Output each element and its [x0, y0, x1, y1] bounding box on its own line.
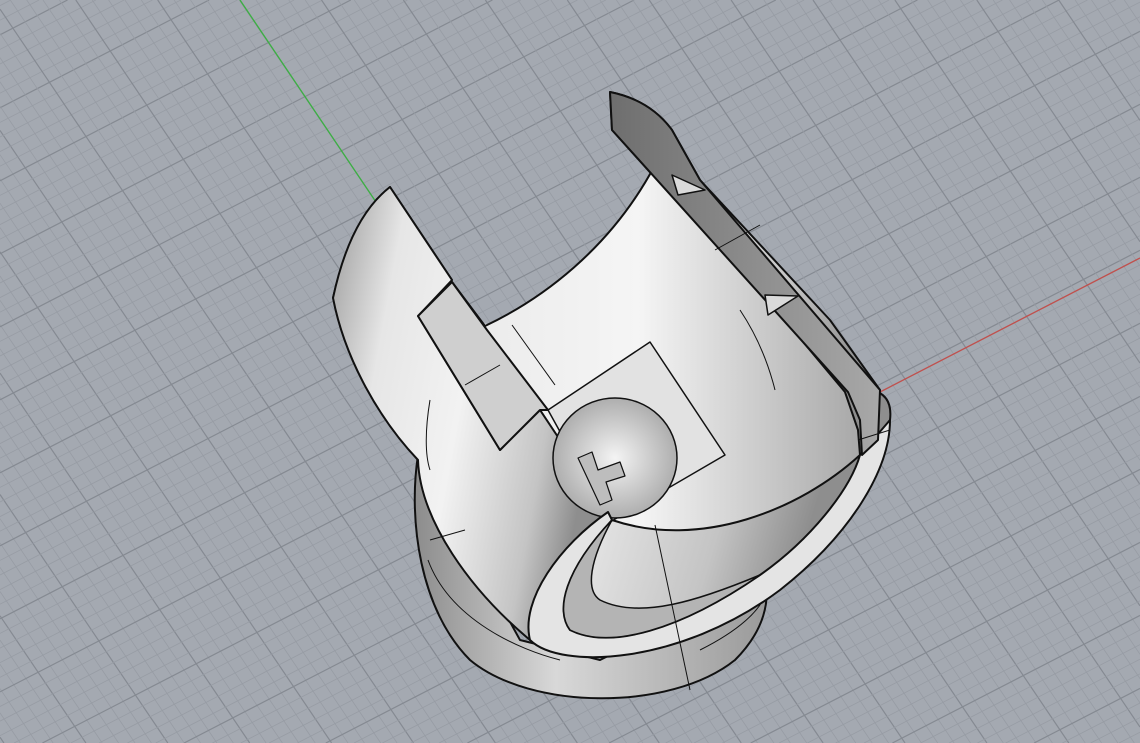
grid-line: [0, 567, 119, 743]
grid-line: [920, 629, 1140, 743]
grid-line: [807, 571, 1140, 743]
grid-line: [0, 0, 493, 255]
grid-line: [878, 0, 1140, 388]
grid-line: [778, 556, 1140, 743]
grid-line: [1042, 0, 1140, 145]
grid-line: [0, 81, 447, 743]
grid-line: [0, 0, 408, 211]
grid-line: [0, 736, 5, 743]
grid-line: [948, 644, 1140, 743]
grid-line: [1091, 0, 1140, 73]
grid-line: [943, 0, 1140, 291]
grid-line: [0, 0, 125, 65]
grid-line: [1074, 0, 1140, 97]
grid-line: [0, 712, 21, 743]
grid-line: [0, 0, 68, 36]
grid-line: [0, 324, 283, 743]
grid-line: [0, 251, 333, 743]
grid-line: [1009, 0, 1140, 194]
y-axis-line: [239, 0, 379, 206]
grid-line: [892, 614, 1140, 743]
grid-line: [0, 0, 578, 298]
grid-line: [0, 0, 550, 284]
grid-line: [0, 639, 70, 743]
grid-line: [1058, 0, 1140, 121]
grid-line: [0, 469, 185, 743]
grid-line: [1005, 673, 1140, 743]
grid-line: [845, 0, 1140, 437]
viewport-canvas[interactable]: [0, 0, 1140, 743]
grid-line: [0, 0, 11, 6]
grid-line: [1118, 731, 1140, 743]
grid-line: [861, 0, 1140, 412]
grid-line: [1107, 0, 1140, 48]
3d-model-part[interactable]: [332, 91, 892, 700]
3d-viewport[interactable]: [0, 0, 1140, 743]
center-hole: [552, 397, 678, 519]
grid-line: [0, 615, 87, 743]
grid-line: [0, 154, 398, 743]
grid-line: [910, 0, 1140, 340]
grid-line: [0, 542, 136, 743]
grid-line: [0, 178, 382, 743]
grid-line: [0, 0, 295, 152]
grid-line: [992, 0, 1140, 218]
